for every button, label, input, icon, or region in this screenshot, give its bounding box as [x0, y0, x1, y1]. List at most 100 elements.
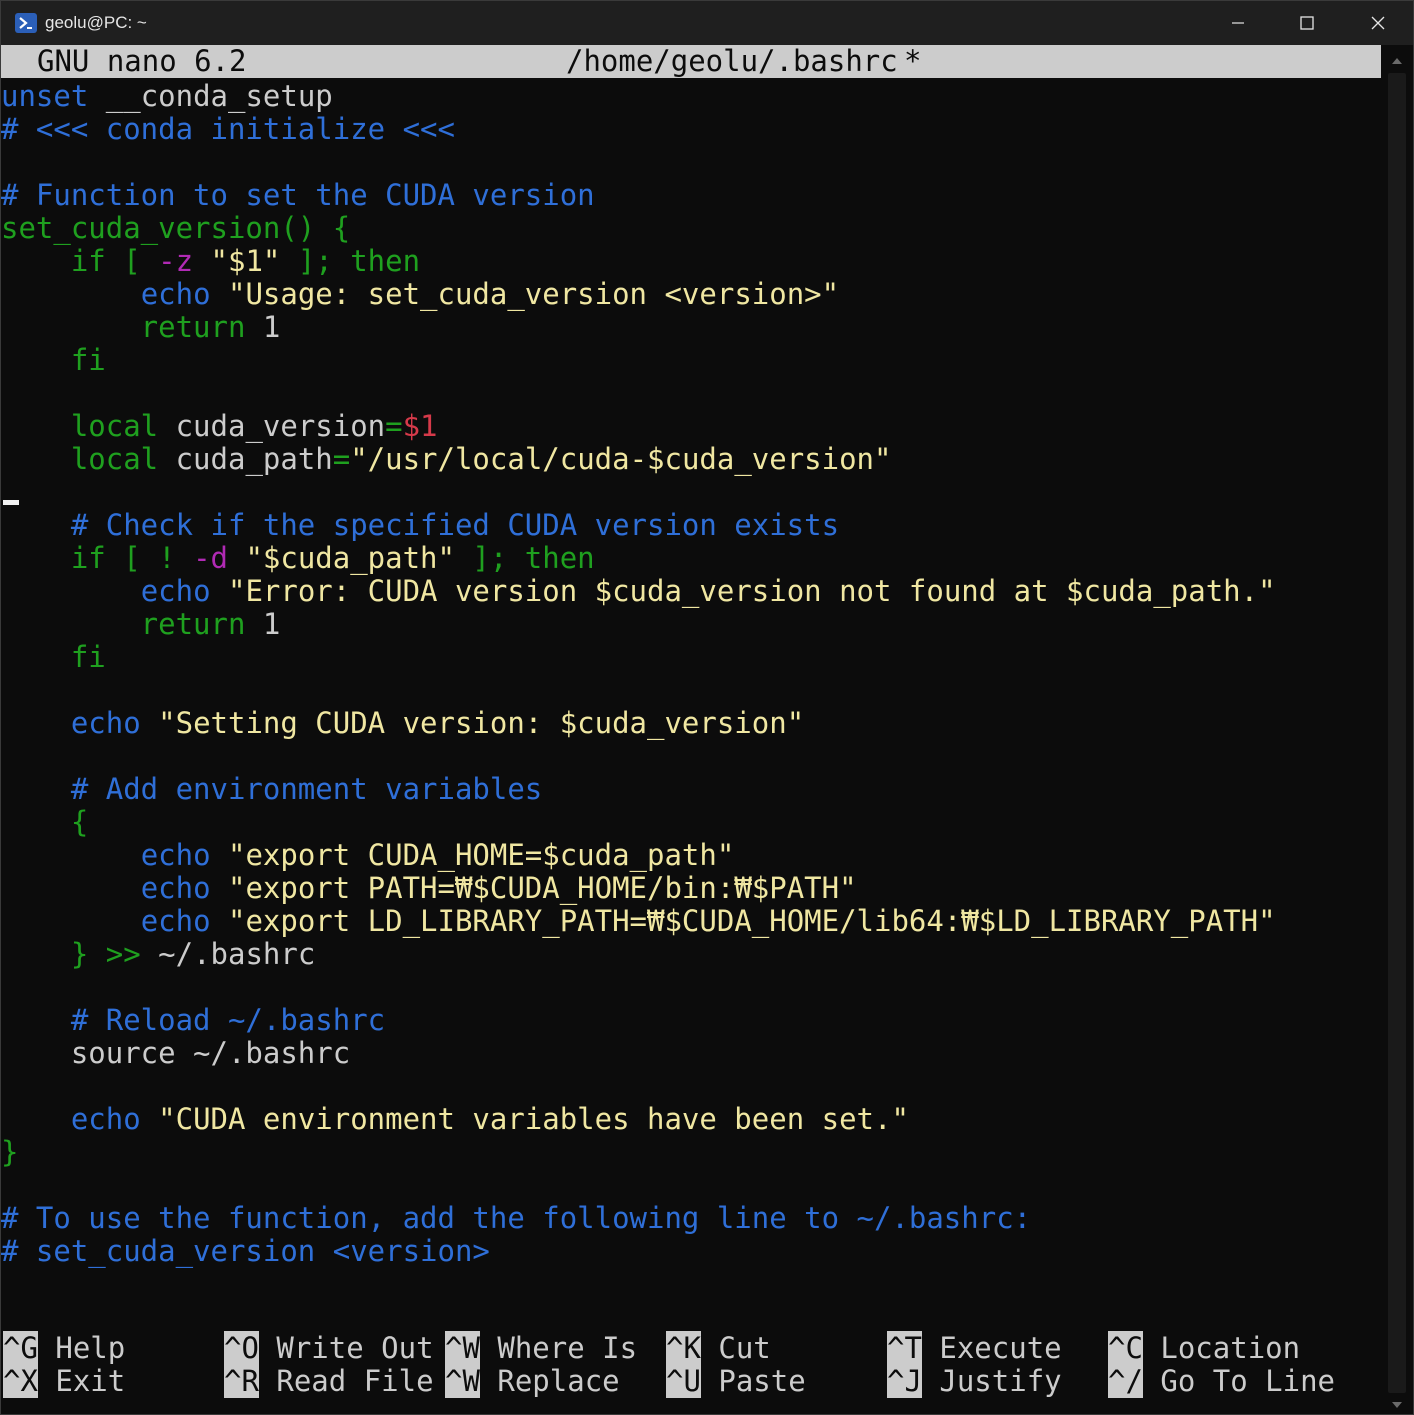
code-line[interactable]: source ~/.bashrc	[1, 1037, 1381, 1070]
code-line[interactable]: return 1	[1, 608, 1381, 641]
shortcut-label: Read File	[276, 1364, 434, 1398]
shortcut-justify[interactable]: ^J Justify	[887, 1364, 1062, 1398]
code-line[interactable]: {	[1, 806, 1381, 839]
shortcut-where-is[interactable]: ^W Where Is	[445, 1331, 637, 1365]
code-line[interactable]: # <<< conda initialize <<<	[1, 113, 1381, 146]
code-line[interactable]: echo "export PATH=₩$CUDA_HOME/bin:₩$PATH…	[1, 872, 1381, 905]
shortcut-label: Write Out	[276, 1331, 434, 1365]
shortcut-key: ^J	[887, 1364, 922, 1398]
code-token: # set_cuda_version <version>	[1, 1234, 490, 1268]
code-line[interactable]	[1, 476, 1381, 509]
nano-header-bar: GNU nano 6.2 /home/geolu/.bashrc *	[1, 45, 1381, 78]
shortcut-write-out[interactable]: ^O Write Out	[224, 1331, 434, 1365]
code-line[interactable]: echo "CUDA environment variables have be…	[1, 1103, 1381, 1136]
code-line[interactable]: echo "Setting CUDA version: $cuda_versio…	[1, 707, 1381, 740]
code-line[interactable]: local cuda_version=$1	[1, 410, 1381, 443]
shortcut-go-to-line[interactable]: ^/ Go To Line	[1108, 1364, 1335, 1398]
code-token: unset	[1, 79, 89, 113]
code-line[interactable]: # To use the function, add the following…	[1, 1202, 1381, 1235]
minimize-button[interactable]	[1203, 1, 1273, 45]
code-line[interactable]: fi	[1, 344, 1381, 377]
code-token: echo	[140, 277, 211, 311]
code-line[interactable]: # Add environment variables	[1, 773, 1381, 806]
shortcut-execute[interactable]: ^T Execute	[887, 1331, 1062, 1365]
code-line[interactable]	[1, 1169, 1381, 1202]
shortcut-label: Paste	[718, 1364, 806, 1398]
text-cursor	[3, 500, 19, 505]
code-line[interactable]: local cuda_path="/usr/local/cuda-$cuda_v…	[1, 443, 1381, 476]
shortcut-location[interactable]: ^C Location	[1108, 1331, 1300, 1365]
code-line[interactable]	[1, 740, 1381, 773]
code-token: # Reload ~/.bashrc	[1, 1003, 386, 1037]
window-titlebar[interactable]: geolu@PC: ~	[1, 1, 1413, 45]
code-token: echo	[140, 838, 211, 872]
code-line[interactable]: if [ -z "$1" ]; then	[1, 245, 1381, 278]
close-button[interactable]	[1343, 1, 1413, 45]
shortcut-label: Help	[55, 1331, 126, 1365]
code-token: ]; then	[454, 541, 595, 575]
code-line[interactable]: # Check if the specified CUDA version ex…	[1, 509, 1381, 542]
code-token: echo	[70, 1102, 141, 1136]
code-token: source ~/.bashrc	[1, 1036, 351, 1070]
scroll-down-arrow-icon[interactable]	[1391, 1395, 1403, 1408]
code-token: cuda_path	[158, 442, 333, 476]
code-line[interactable]	[1, 1070, 1381, 1103]
code-line[interactable]: # Reload ~/.bashrc	[1, 1004, 1381, 1037]
nano-version: GNU nano 6.2	[37, 44, 247, 78]
code-line[interactable]: set_cuda_version() {	[1, 212, 1381, 245]
shortcut-help[interactable]: ^G Help	[3, 1331, 126, 1365]
scrollbar-thumb[interactable]	[1388, 73, 1406, 1393]
shortcut-read-file[interactable]: ^R Read File	[224, 1364, 434, 1398]
code-line[interactable]: if [ ! -d "$cuda_path" ]; then	[1, 542, 1381, 575]
code-line[interactable]: echo "export CUDA_HOME=$cuda_path"	[1, 839, 1381, 872]
shortcut-key: ^R	[224, 1364, 259, 1398]
code-token: echo	[70, 706, 141, 740]
terminal-area[interactable]: GNU nano 6.2 /home/geolu/.bashrc * unset…	[1, 45, 1381, 1414]
code-line[interactable]: # set_cuda_version <version>	[1, 1235, 1381, 1268]
close-icon	[1371, 16, 1385, 30]
code-line[interactable]: echo "Error: CUDA version $cuda_version …	[1, 575, 1381, 608]
code-token: if [	[1, 244, 159, 278]
shortcut-exit[interactable]: ^X Exit	[3, 1364, 125, 1398]
code-token: -d	[193, 541, 228, 575]
code-token: -z	[158, 244, 194, 278]
code-line[interactable]: } >> ~/.bashrc	[1, 938, 1381, 971]
code-line[interactable]: echo "export LD_LIBRARY_PATH=₩$CUDA_HOME…	[1, 905, 1381, 938]
shortcut-paste[interactable]: ^U Paste	[666, 1364, 806, 1398]
maximize-button[interactable]	[1272, 1, 1342, 45]
code-line[interactable]: echo "Usage: set_cuda_version <version>"	[1, 278, 1381, 311]
code-token: "$1"	[193, 244, 281, 278]
editor-content[interactable]: unset __conda_setup # <<< conda initializ…	[1, 80, 1381, 1268]
scroll-up-arrow-icon[interactable]	[1391, 51, 1403, 64]
code-token: 1	[245, 607, 281, 641]
code-line[interactable]: unset __conda_setup	[1, 80, 1381, 113]
code-line[interactable]	[1, 971, 1381, 1004]
code-line[interactable]: }	[1, 1136, 1381, 1169]
shortcut-key: ^C	[1108, 1331, 1143, 1365]
code-line[interactable]: return 1	[1, 311, 1381, 344]
code-token: # Add environment variables	[1, 772, 543, 806]
code-token: echo	[140, 871, 211, 905]
shortcut-cut[interactable]: ^K Cut	[666, 1331, 771, 1365]
code-line[interactable]	[1, 674, 1381, 707]
shortcut-label: Cut	[718, 1331, 771, 1365]
code-token: "/usr/local/cuda-$cuda_version"	[350, 442, 892, 476]
code-token: {	[1, 805, 89, 839]
shortcut-replace[interactable]: ^W Replace	[445, 1364, 620, 1398]
vertical-scrollbar[interactable]	[1381, 45, 1413, 1414]
code-line[interactable]	[1, 146, 1381, 179]
code-token: "Usage: set_cuda_version <version>"	[210, 277, 840, 311]
shortcut-key: ^X	[3, 1364, 38, 1398]
code-token: "Setting CUDA version: $cuda_version"	[140, 706, 805, 740]
code-token: cuda_version	[158, 409, 386, 443]
maximize-icon	[1300, 16, 1314, 30]
code-line[interactable]: fi	[1, 641, 1381, 674]
code-line[interactable]	[1, 377, 1381, 410]
code-token: echo	[140, 574, 211, 608]
shortcut-label: Replace	[497, 1364, 620, 1398]
code-line[interactable]: # Function to set the CUDA version	[1, 179, 1381, 212]
